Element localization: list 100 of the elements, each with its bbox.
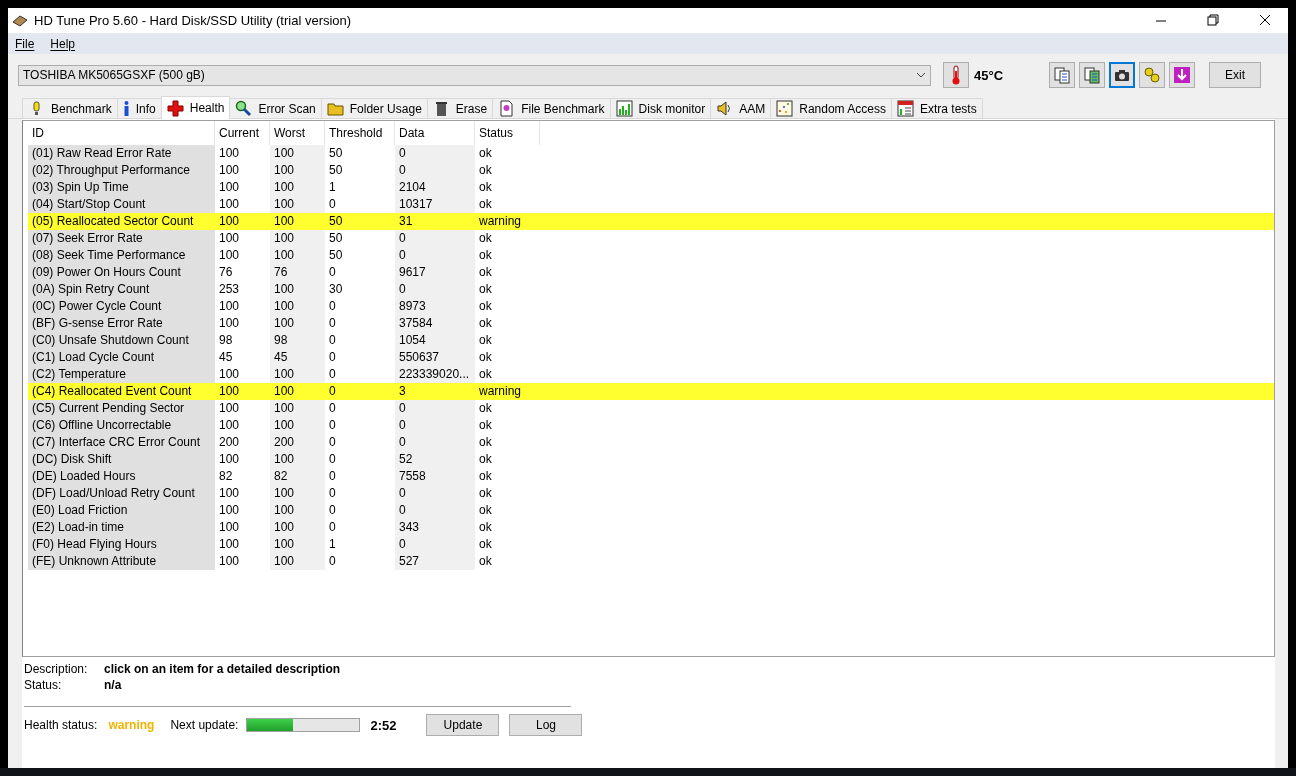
table-cell: 0 — [395, 145, 475, 162]
table-cell: (C0) Unsafe Shutdown Count — [28, 332, 215, 349]
table-cell: (DF) Load/Unload Retry Count — [28, 485, 215, 502]
table-cell: 0 — [395, 281, 475, 298]
toolbar-button[interactable] — [1079, 62, 1106, 88]
attribute-row[interactable]: (C1) Load Cycle Count 45 45 0 550637 ok — [28, 349, 1274, 366]
attribute-row[interactable]: (C6) Offline Uncorrectable 100 100 0 0 ok — [28, 417, 1274, 434]
table-cell: 550637 — [395, 349, 475, 366]
footer-button[interactable]: Log — [509, 714, 583, 736]
table-cell: 1054 — [395, 332, 475, 349]
table-cell: (0C) Power Cycle Count — [28, 298, 215, 315]
chart-grid-icon — [896, 100, 914, 117]
document-icon — [498, 100, 516, 117]
table-cell: 98 — [270, 332, 325, 349]
table-cell: 100 — [270, 145, 325, 162]
table-cell: 100 — [270, 179, 325, 196]
tab[interactable]: Disk monitor — [609, 98, 712, 118]
menu-item[interactable]: Help — [50, 36, 76, 51]
table-cell: 0 — [395, 417, 475, 434]
attribute-row[interactable]: (0C) Power Cycle Count 100 100 0 8973 ok — [28, 298, 1274, 315]
attribute-row[interactable]: (09) Power On Hours Count 76 76 0 9617 ok — [28, 264, 1274, 281]
table-cell: 100 — [270, 247, 325, 264]
tab[interactable]: Erase — [426, 98, 494, 118]
tab[interactable]: File Benchmark — [492, 98, 611, 118]
attribute-row[interactable]: (C2) Temperature 100 100 0 223339020... ok — [28, 366, 1274, 383]
drive-dropdown[interactable]: TOSHIBA MK5065GSXF (500 gB) — [18, 64, 931, 86]
table-cell: 82 — [270, 468, 325, 485]
table-cell: (03) Spin Up Time — [28, 179, 215, 196]
attribute-row[interactable]: (FE) Unknown Attribute 100 100 0 527 ok — [28, 553, 1274, 570]
attribute-row[interactable]: (DC) Disk Shift 100 100 0 52 ok — [28, 451, 1274, 468]
tab[interactable]: Folder Usage — [320, 98, 428, 118]
table-cell: 8973 — [395, 298, 475, 315]
description-text: click on an item for a detailed description — [104, 662, 342, 676]
attribute-row[interactable]: (07) Seek Error Rate 100 100 50 0 ok — [28, 230, 1274, 247]
table-cell: 100 — [270, 400, 325, 417]
attribute-row[interactable]: (BF) G-sense Error Rate 100 100 0 37584 ok — [28, 315, 1274, 332]
table-cell: (07) Seek Error Rate — [28, 230, 215, 247]
table-cell: 2104 — [395, 179, 475, 196]
table-cell: 0 — [395, 502, 475, 519]
table-cell: 7558 — [395, 468, 475, 485]
tab[interactable]: AAM — [710, 98, 772, 118]
attribute-row[interactable]: (01) Raw Read Error Rate 100 100 50 0 ok — [28, 145, 1274, 162]
footer-button[interactable]: Update — [426, 714, 500, 736]
attribute-row[interactable]: (E2) Load-in time 100 100 0 343 ok — [28, 519, 1274, 536]
table-cell: 0 — [395, 536, 475, 553]
attribute-row[interactable]: (DF) Load/Unload Retry Count 100 100 0 0 ok — [28, 485, 1274, 502]
table-cell: 9617 — [395, 264, 475, 281]
table-cell: 100 — [270, 366, 325, 383]
attribute-row[interactable]: (04) Start/Stop Count 100 100 0 10317 ok — [28, 196, 1274, 213]
toolbar-button[interactable] — [1139, 62, 1166, 88]
toolbar-button[interactable] — [1169, 62, 1196, 88]
tab[interactable]: Extra tests — [890, 98, 983, 118]
bar-chart-icon — [615, 100, 633, 117]
attribute-row[interactable]: (02) Throughput Performance 100 100 50 0 ok — [28, 162, 1274, 179]
table-cell: (E2) Load-in time — [28, 519, 215, 536]
attribute-row[interactable]: (F0) Head Flying Hours 100 100 1 0 ok — [28, 536, 1274, 553]
table-cell: 0 — [395, 400, 475, 417]
table-cell: 100 — [270, 196, 325, 213]
folder-icon — [326, 100, 344, 117]
menu-item[interactable]: File — [15, 36, 35, 51]
tab[interactable]: Random Access — [770, 98, 892, 118]
attribute-row[interactable]: (DE) Loaded Hours 82 82 0 7558 ok — [28, 468, 1274, 485]
attribute-row[interactable]: (C5) Current Pending Sector 100 100 0 0 ok — [28, 400, 1274, 417]
exit-button[interactable]: Exit — [1209, 62, 1262, 88]
table-cell-text: warning — [478, 213, 523, 230]
thermometer-button[interactable] — [943, 62, 969, 88]
attribute-row[interactable]: (08) Seek Time Performance 100 100 50 0 ok — [28, 247, 1274, 264]
attribute-row[interactable]: (0A) Spin Retry Count 253 100 30 0 ok — [28, 281, 1274, 298]
table-cell: 100 — [270, 553, 325, 570]
table-cell: 0 — [395, 247, 475, 264]
table-cell-text: 0 — [328, 383, 337, 400]
attribute-row[interactable]: (C7) Interface CRC Error Count 200 200 0 0 ok — [28, 434, 1274, 451]
magnifier-icon — [235, 100, 253, 117]
table-cell-text: 31 — [398, 213, 414, 230]
attribute-row[interactable]: (E0) Load Friction 100 100 0 0 ok — [28, 502, 1274, 519]
tab[interactable]: Benchmark — [22, 98, 118, 118]
table-cell-text: 100 — [273, 383, 296, 400]
table-cell: 0 — [395, 162, 475, 179]
table-cell: (0A) Spin Retry Count — [28, 281, 215, 298]
description-label: Description: — [24, 662, 89, 676]
table-cell: 100 — [270, 519, 325, 536]
table-cell: 100 — [270, 485, 325, 502]
table-cell: (04) Start/Stop Count — [28, 196, 215, 213]
attribute-row[interactable]: (05) Reallocated Sector Count 100 100 50 31 warning — [28, 213, 1274, 230]
table-cell: (09) Power On Hours Count — [28, 264, 215, 281]
table-cell: 100 — [270, 536, 325, 553]
tab[interactable]: Error Scan — [229, 98, 322, 118]
toolbar-button[interactable] — [1109, 62, 1136, 88]
table-cell-text: 50 — [328, 213, 344, 230]
table-cell: (FE) Unknown Attribute — [28, 553, 215, 570]
table-cell: (C7) Interface CRC Error Count — [28, 434, 215, 451]
table-cell: 10317 — [395, 196, 475, 213]
tab[interactable]: Info — [116, 98, 162, 118]
attribute-row[interactable]: (C0) Unsafe Shutdown Count 98 98 0 1054 ok — [28, 332, 1274, 349]
tab[interactable]: Health — [160, 96, 231, 119]
table-cell: 100 — [270, 451, 325, 468]
attribute-row[interactable]: (C4) Reallocated Event Count 100 100 0 3 warning — [28, 383, 1274, 400]
attribute-row[interactable]: (03) Spin Up Time 100 100 1 2104 ok — [28, 179, 1274, 196]
table-cell: 200 — [270, 434, 325, 451]
chevron-down-icon — [916, 72, 926, 78]
